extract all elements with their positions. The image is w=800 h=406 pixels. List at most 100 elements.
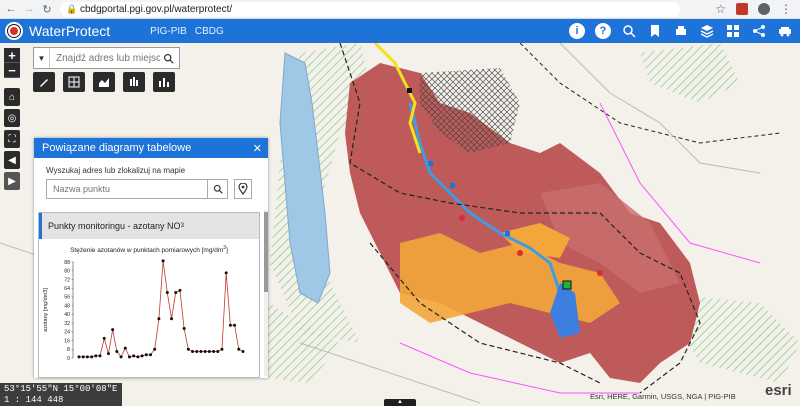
zoom-in-button[interactable]: + <box>4 48 20 63</box>
search-icon[interactable] <box>208 179 228 199</box>
link-pig-pib[interactable]: PIG-PIB <box>150 26 187 37</box>
y-tick-label: 80 <box>64 269 70 275</box>
bar-chart-icon[interactable] <box>153 72 175 92</box>
data-point <box>237 347 241 351</box>
y-tick-label: 56 <box>64 295 70 301</box>
info-icon[interactable]: i <box>566 21 588 41</box>
browser-toolbar: ← → ↻ 🔒 cbdgportal.pgi.gov.pl/waterprote… <box>0 0 800 19</box>
app-title: WaterProtect <box>29 23 111 39</box>
series-title-text: Punkty monitoringu - azotany NO <box>48 221 181 231</box>
data-point <box>119 355 123 359</box>
locate-icon[interactable]: ◎ <box>4 109 20 127</box>
data-point <box>207 350 211 354</box>
share-icon[interactable] <box>748 21 770 41</box>
nitrate-series-line <box>79 261 244 358</box>
y-tick-label: 24 <box>64 330 70 336</box>
home-icon[interactable]: ⌂ <box>4 88 20 106</box>
bookmark-icon[interactable] <box>644 21 666 41</box>
scroll-thumb[interactable] <box>264 212 268 292</box>
search-dropdown[interactable]: ▼ <box>34 48 50 68</box>
diagrams-panel: Powiązane diagramy tabelowe ✕ Wyszukaj a… <box>34 138 268 378</box>
measure-icon[interactable] <box>63 72 85 92</box>
data-point <box>81 355 85 359</box>
y-tick-label: 48 <box>64 304 70 310</box>
data-point <box>94 354 98 358</box>
search-icon[interactable] <box>160 53 176 64</box>
data-point <box>195 350 199 354</box>
y-tick-label: 32 <box>64 321 70 327</box>
car-icon[interactable] <box>774 21 796 41</box>
reload-icon[interactable]: ↻ <box>40 2 54 16</box>
data-point <box>98 354 102 358</box>
url-text: cbdgportal.pgi.gov.pl/waterprotect/ <box>80 3 233 15</box>
data-point <box>111 328 115 332</box>
y-tick-label: 88 <box>64 260 70 266</box>
print-icon[interactable] <box>670 21 692 41</box>
chart-hand-icon[interactable] <box>123 72 145 92</box>
layers-icon[interactable] <box>696 21 718 41</box>
data-point <box>123 346 127 350</box>
help-icon[interactable]: ? <box>592 21 614 41</box>
grid-icon[interactable] <box>722 21 744 41</box>
data-point <box>85 355 89 359</box>
star-icon[interactable]: ☆ <box>715 2 726 16</box>
draw-icon[interactable] <box>33 72 55 92</box>
data-point <box>148 353 152 357</box>
panel-header: Powiązane diagramy tabelowe ✕ <box>34 138 268 158</box>
data-point <box>241 350 245 354</box>
data-point <box>170 317 174 321</box>
app-header: WaterProtect PIG-PIB CBDG i ? <box>0 19 800 43</box>
y-tick-label: 72 <box>64 277 70 283</box>
point-name-input[interactable] <box>46 179 208 199</box>
prev-extent-icon[interactable]: ◀ <box>4 151 20 169</box>
data-point <box>228 323 232 327</box>
panel-title: Powiązane diagramy tabelowe <box>42 142 192 154</box>
menu-icon[interactable]: ⋮ <box>780 3 792 15</box>
chart-title-end: ] <box>226 247 228 255</box>
coordinates-readout: 53°15'55"N 15°00'08"E 1 : 144 448 <box>0 383 122 406</box>
map-search: ▼ <box>33 47 180 69</box>
chart-area-icon[interactable] <box>93 72 115 92</box>
series-title[interactable]: Punkty monitoringu - azotany NO 3 <box>39 213 259 239</box>
data-point <box>203 350 207 354</box>
location-pin-icon[interactable] <box>234 179 252 199</box>
y-tick-label: 0 <box>67 356 70 362</box>
next-extent-icon[interactable]: ▶ <box>4 172 20 190</box>
data-point <box>186 347 190 351</box>
fullscreen-icon[interactable]: ⛶ <box>4 130 20 148</box>
data-point <box>212 350 216 354</box>
panel-scrollbar[interactable] <box>264 210 268 376</box>
data-point <box>174 291 178 295</box>
lock-icon: 🔒 <box>66 3 78 14</box>
search-input[interactable] <box>50 48 160 68</box>
data-point <box>165 291 169 295</box>
data-point <box>106 352 110 356</box>
data-point <box>182 327 186 331</box>
address-bar[interactable]: 🔒 cbdgportal.pgi.gov.pl/waterprotect/ <box>60 1 680 17</box>
zoom-out-button[interactable]: − <box>4 63 20 78</box>
back-icon[interactable]: ← <box>4 2 18 16</box>
forward-icon[interactable]: → <box>22 2 36 16</box>
data-point <box>90 355 94 359</box>
close-icon[interactable]: ✕ <box>253 142 262 155</box>
search-map-icon[interactable] <box>618 21 640 41</box>
esri-logo: esri <box>765 382 792 399</box>
series-title-sub: 3 <box>180 223 184 229</box>
app-logo <box>5 22 23 40</box>
profile-icon[interactable] <box>758 3 770 15</box>
data-point <box>216 350 220 354</box>
data-point <box>127 355 131 359</box>
link-cbdg[interactable]: CBDG <box>195 26 224 37</box>
data-point <box>153 347 157 351</box>
data-point <box>115 350 119 354</box>
y-axis-label: azotany [mg/dm3] <box>43 288 49 332</box>
y-tick-label: 40 <box>64 312 70 318</box>
data-point <box>144 353 148 357</box>
attribution: Esri, HERE, Garmin, USGS, NGA | PIG-PIB <box>590 392 736 401</box>
extension-icon[interactable] <box>736 3 748 15</box>
data-point <box>220 347 224 351</box>
data-point <box>140 354 144 358</box>
bottom-panel-toggle[interactable]: ▲ <box>384 399 416 406</box>
chart-title-text: Stężenie azotanów w punktach pomiarowych… <box>70 247 224 255</box>
data-point <box>161 259 165 263</box>
